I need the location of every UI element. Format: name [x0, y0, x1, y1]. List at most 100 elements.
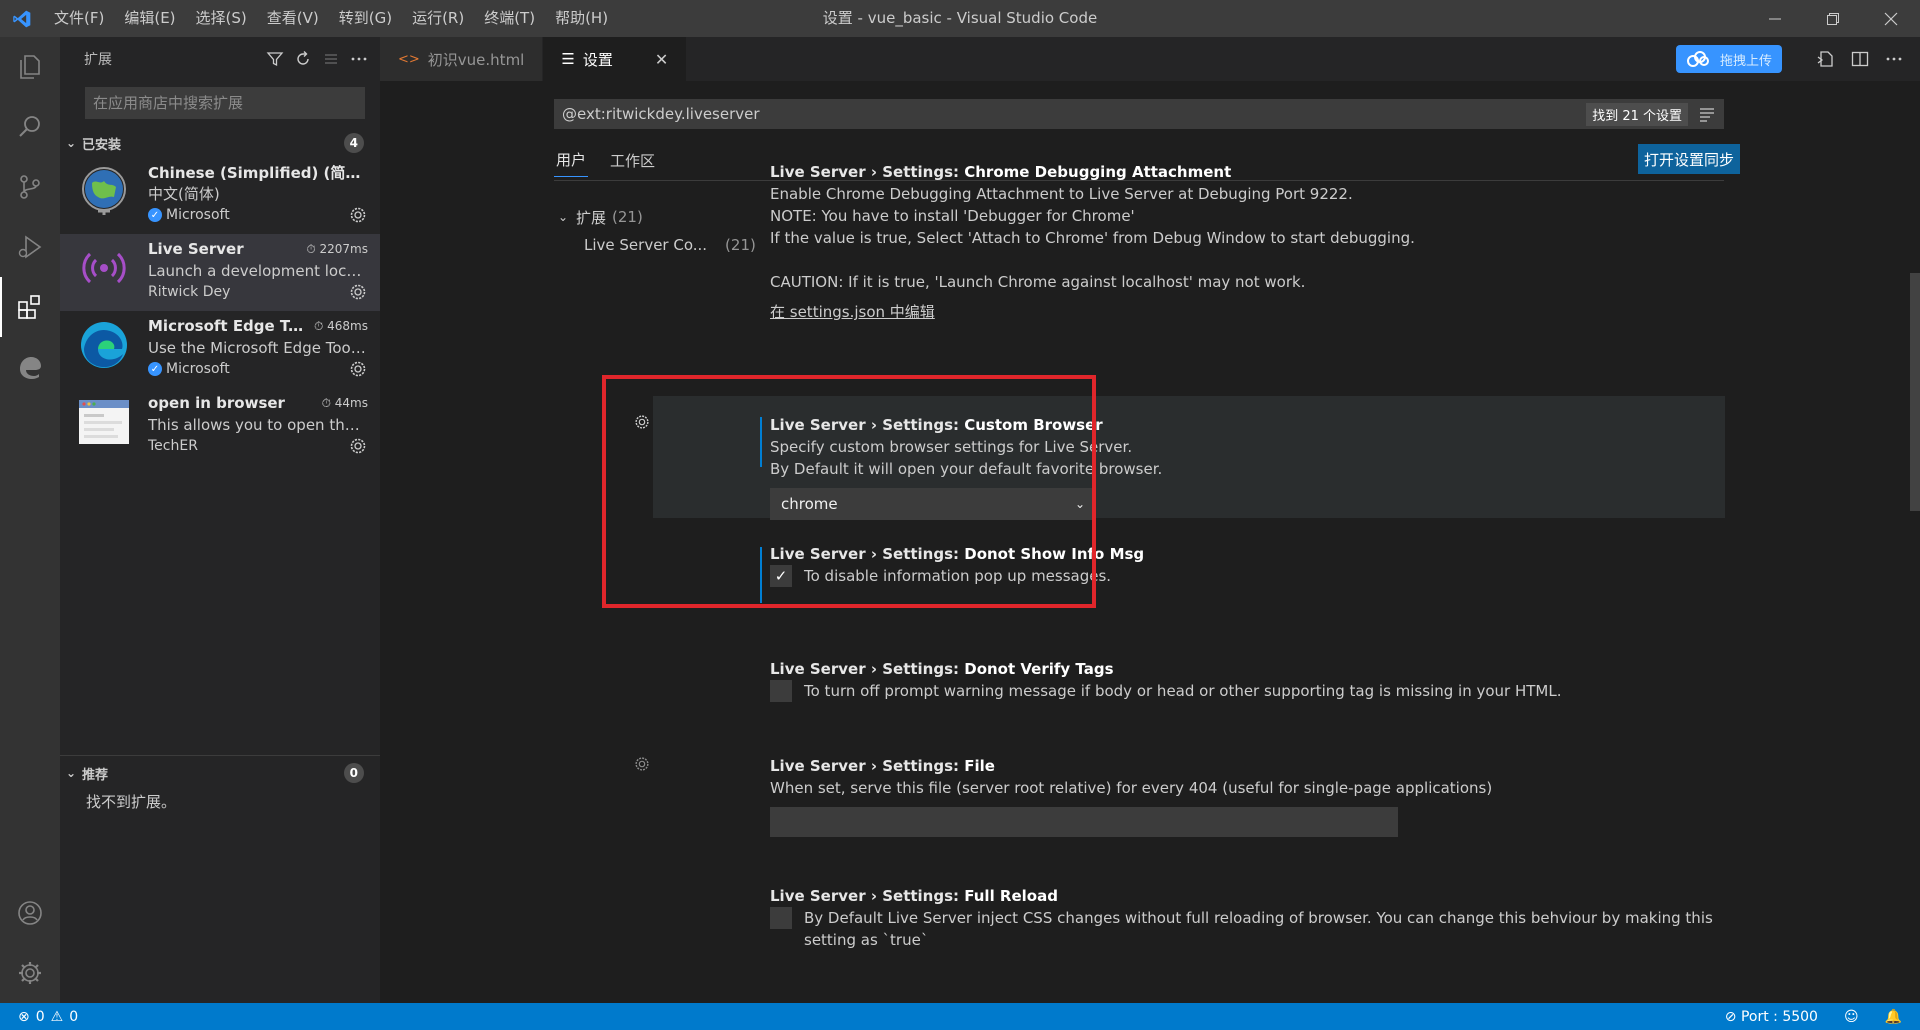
settings-search-input[interactable]: @ext:ritwickdey.liveserver 找到 21 个设置	[554, 99, 1724, 129]
filter-icon[interactable]	[266, 50, 284, 68]
feedback-icon[interactable]: ☺	[1844, 1009, 1859, 1025]
explorer-button[interactable]	[0, 37, 60, 97]
manage-gear-icon[interactable]	[348, 205, 368, 225]
donot-verify-tags-checkbox[interactable]	[770, 680, 792, 702]
extension-item-edge-tools[interactable]: Microsoft Edge To... ⏱ 468ms Use the Mic…	[60, 311, 380, 388]
minimize-button[interactable]	[1746, 0, 1804, 37]
menu-edit[interactable]: 编辑(E)	[114, 0, 185, 37]
toc-label: 扩展	[576, 208, 607, 227]
search-icon	[19, 116, 40, 137]
tab-workspace[interactable]: 工作区	[608, 144, 657, 177]
cloud-upload-label: 拖拽上传	[1719, 53, 1772, 69]
menu-view[interactable]: 查看(V)	[257, 0, 329, 37]
refresh-icon[interactable]	[294, 50, 312, 68]
minimize-icon	[1769, 18, 1781, 19]
edge-devtools-button[interactable]	[0, 337, 60, 397]
recommended-count-badge: 0	[343, 763, 364, 783]
split-editor-icon[interactable]	[1850, 49, 1870, 69]
tab-label: 初识vue.html	[427, 50, 525, 69]
setting-file: Live Server › Settings: File When set, s…	[770, 755, 1720, 837]
menu-selection[interactable]: 选择(S)	[186, 0, 257, 37]
setting-description: When set, serve this file (server root r…	[770, 779, 1493, 797]
clear-icon[interactable]	[322, 50, 340, 68]
accounts-button[interactable]	[0, 883, 60, 943]
tab-html-file[interactable]: <> 初识vue.html	[380, 37, 544, 81]
extension-item-open-in-browser[interactable]: open in browser ⏱ 44ms This allows you t…	[60, 388, 380, 465]
edit-in-settings-json-link[interactable]: 在 settings.json 中编辑	[770, 301, 1720, 323]
manage-gear-icon[interactable]	[348, 282, 368, 302]
live-server-port[interactable]: ⊘ Port : 5500	[1725, 1009, 1818, 1025]
vscode-logo-icon	[0, 0, 44, 37]
file-input[interactable]	[770, 807, 1398, 837]
full-reload-checkbox[interactable]	[770, 907, 792, 929]
account-icon	[18, 901, 42, 925]
setting-description: setting as `true`	[804, 931, 929, 949]
settings-scope-tabs: 用户 工作区	[554, 141, 677, 179]
toc-item-live-server[interactable]: Live Server Co... (21)	[558, 231, 756, 259]
extension-item-live-server[interactable]: Live Server ⏱ 2207ms Launch a developmen…	[60, 234, 380, 311]
run-debug-button[interactable]	[0, 217, 60, 277]
notifications-bell-icon[interactable]: 🔔	[1885, 1009, 1902, 1025]
source-control-button[interactable]	[0, 157, 60, 217]
setting-gear-icon[interactable]	[633, 755, 651, 773]
extensions-icon	[18, 295, 40, 319]
menu-help[interactable]: 帮助(H)	[545, 0, 618, 37]
filter-list-icon[interactable]	[1698, 105, 1716, 123]
close-icon	[1884, 12, 1898, 25]
highlight-annotation-box	[602, 375, 1096, 608]
more-actions-icon[interactable]	[1884, 49, 1904, 69]
setting-chrome-debugging: Live Server › Settings: Chrome Debugging…	[770, 161, 1720, 323]
menu-file[interactable]: 文件(F)	[44, 0, 114, 37]
setting-description: NOTE: You have to install 'Debugger for …	[770, 207, 1135, 225]
setting-title: Live Server › Settings: Full Reload	[770, 885, 1720, 907]
edge-logo-icon	[81, 322, 127, 368]
setting-full-reload: Live Server › Settings: Full Reload By D…	[770, 885, 1720, 951]
extension-search-input[interactable]: 在应用商店中搜索扩展	[85, 87, 365, 119]
extension-item-chinese[interactable]: Chinese (Simplified) (简体... 中文(简体) ✓ Mic…	[60, 157, 380, 234]
activity-bar	[0, 37, 60, 1003]
extension-description: Launch a development local...	[148, 262, 368, 280]
extension-name: Microsoft Edge To...	[148, 317, 308, 335]
setting-description: To turn off prompt warning message if bo…	[804, 682, 1562, 700]
verified-publisher-icon: ✓	[148, 362, 162, 376]
menu-run[interactable]: 运行(R)	[402, 0, 474, 37]
tab-settings[interactable]: ☰ 设置 ✕	[543, 37, 688, 81]
sidebar-title: 扩展	[84, 52, 112, 68]
setting-name: File	[964, 757, 995, 775]
tab-user[interactable]: 用户	[554, 143, 589, 177]
activation-time-value: 44ms	[334, 395, 368, 410]
setting-description: By Default Live Server inject CSS change…	[804, 909, 1713, 927]
manage-gear-icon[interactable]	[348, 436, 368, 456]
menu-bar: 文件(F) 编辑(E) 选择(S) 查看(V) 转到(G) 运行(R) 终端(T…	[44, 0, 618, 37]
extensions-sidebar: 扩展 在应用商店中搜索扩展 ⌄ 已安装 4 Chinese (Simplifie…	[60, 37, 380, 1003]
setting-donot-verify-tags: Live Server › Settings: Donot Verify Tag…	[770, 658, 1720, 702]
title-bar: 文件(F) 编辑(E) 选择(S) 查看(V) 转到(G) 运行(R) 终端(T…	[0, 0, 1920, 37]
toc-count: (21)	[612, 208, 643, 226]
installed-count-badge: 4	[343, 133, 364, 153]
recommended-section-header[interactable]: ⌄ 推荐 0	[60, 759, 380, 787]
setting-category: Live Server › Settings:	[770, 660, 965, 678]
extension-publisher: Ritwick Dey	[148, 284, 231, 300]
globe-icon	[82, 167, 126, 215]
manage-gear-icon[interactable]	[348, 359, 368, 379]
settings-file-icon: ☰	[561, 50, 575, 68]
status-bar: ⊗ 0 ⚠ 0 ⊘ Port : 5500 ☺ 🔔	[0, 1003, 1920, 1030]
error-count: 0	[35, 1008, 45, 1025]
installed-section-header[interactable]: ⌄ 已安装 4	[60, 129, 380, 157]
cloud-upload-button[interactable]: 拖拽上传	[1675, 45, 1782, 73]
close-tab-icon[interactable]: ✕	[655, 50, 668, 69]
restore-button[interactable]	[1804, 0, 1862, 37]
settings-toc: ⌄ 扩展 (21) Live Server Co... (21)	[558, 203, 756, 259]
menu-terminal[interactable]: 终端(T)	[474, 0, 545, 37]
settings-search-value: @ext:ritwickdey.liveserver	[562, 105, 760, 123]
toc-item-extensions[interactable]: ⌄ 扩展 (21)	[558, 203, 756, 231]
extensions-button[interactable]	[0, 277, 60, 337]
scrollbar-thumb[interactable]	[1910, 273, 1920, 511]
problems-indicator[interactable]: ⊗ 0 ⚠ 0	[0, 1009, 78, 1025]
manage-button[interactable]	[0, 943, 60, 1003]
close-window-button[interactable]	[1862, 0, 1920, 37]
search-button[interactable]	[0, 97, 60, 157]
more-actions-icon[interactable]	[350, 50, 368, 68]
open-settings-json-icon[interactable]	[1816, 49, 1836, 69]
menu-go[interactable]: 转到(G)	[329, 0, 402, 37]
